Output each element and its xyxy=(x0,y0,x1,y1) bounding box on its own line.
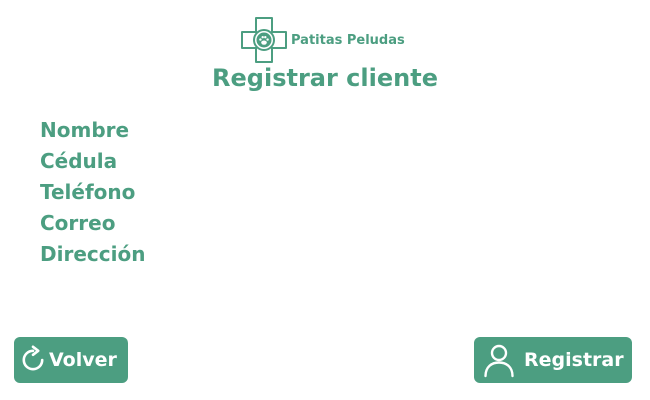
back-button-label: Volver xyxy=(49,349,117,371)
page-title: Registrar cliente xyxy=(212,64,438,92)
client-form-fields: Nombre Cédula Teléfono Correo Dirección xyxy=(40,116,145,271)
brand-header: Patitas Peludas xyxy=(241,17,405,63)
field-label-cedula: Cédula xyxy=(40,149,118,173)
paw-cross-icon xyxy=(241,17,287,63)
brand-name: Patitas Peludas xyxy=(291,32,405,48)
field-label-correo: Correo xyxy=(40,211,116,235)
field-label-telefono: Teléfono xyxy=(40,180,136,204)
field-label-nombre: Nombre xyxy=(40,118,130,142)
back-button[interactable]: Volver xyxy=(14,337,128,383)
refresh-icon xyxy=(22,345,44,371)
user-icon xyxy=(484,344,514,378)
register-client-page: Patitas Peludas Registrar cliente Nombre… xyxy=(0,0,650,400)
register-button[interactable]: Registrar xyxy=(474,337,632,383)
register-button-label: Registrar xyxy=(524,349,624,371)
field-label-direccion: Dirección xyxy=(40,242,146,266)
